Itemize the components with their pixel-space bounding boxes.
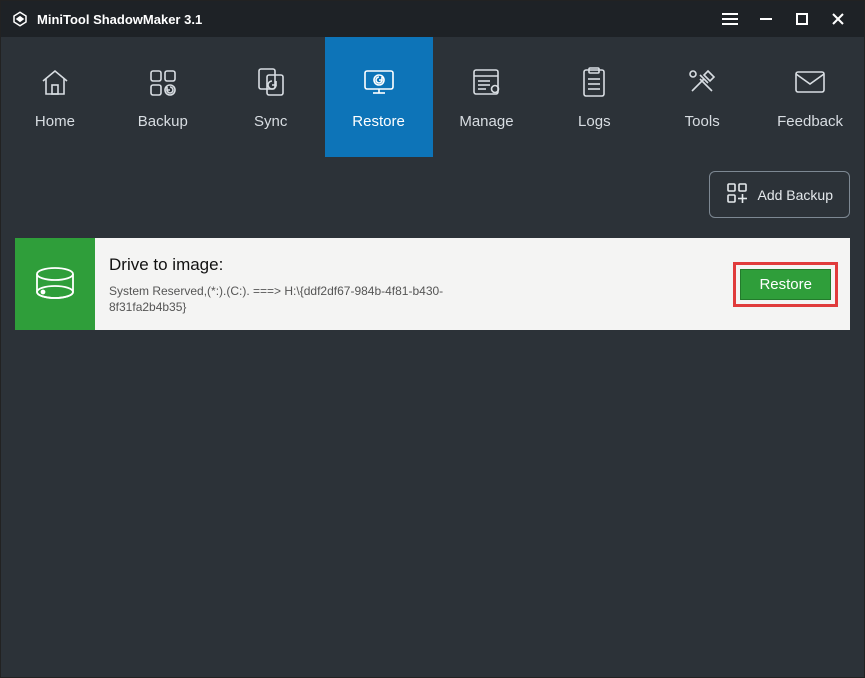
logs-icon	[580, 65, 608, 99]
entry-body: Drive to image: System Reserved,(*:).(C:…	[95, 238, 721, 330]
nav-item-backup[interactable]: Backup	[109, 37, 217, 157]
nav-label: Sync	[254, 113, 287, 130]
close-button[interactable]	[820, 1, 856, 37]
nav-label: Manage	[459, 113, 513, 130]
nav-item-feedback[interactable]: Feedback	[756, 37, 864, 157]
window-controls	[712, 1, 856, 37]
drive-icon	[15, 238, 95, 330]
nav-item-logs[interactable]: Logs	[540, 37, 648, 157]
nav-label: Feedback	[777, 113, 843, 130]
backup-entry: Drive to image: System Reserved,(*:).(C:…	[15, 238, 850, 330]
app-logo-icon	[11, 10, 29, 28]
sync-icon	[256, 65, 286, 99]
entry-title: Drive to image:	[109, 255, 707, 275]
entry-action: Restore	[721, 238, 850, 330]
nav-label: Home	[35, 113, 75, 130]
manage-icon	[470, 65, 502, 99]
app-window: MiniTool ShadowMaker 3.1 Home	[0, 0, 865, 678]
nav-label: Logs	[578, 113, 611, 130]
feedback-icon	[793, 65, 827, 99]
add-backup-label: Add Backup	[758, 187, 834, 203]
tools-icon	[686, 65, 718, 99]
backup-icon	[147, 65, 179, 99]
titlebar: MiniTool ShadowMaker 3.1	[1, 1, 864, 37]
entry-detail: System Reserved,(*:).(C:). ===> H:\{ddf2…	[109, 283, 449, 315]
nav-label: Tools	[685, 113, 720, 130]
minimize-button[interactable]	[748, 1, 784, 37]
restore-icon	[361, 65, 397, 99]
nav-item-sync[interactable]: Sync	[217, 37, 325, 157]
maximize-button[interactable]	[784, 1, 820, 37]
add-backup-grid-icon	[726, 182, 748, 207]
nav-item-tools[interactable]: Tools	[648, 37, 756, 157]
content-area: Add Backup Drive to image: System Reserv…	[1, 157, 864, 677]
restore-button-highlight: Restore	[733, 262, 838, 307]
nav-item-home[interactable]: Home	[1, 37, 109, 157]
restore-button[interactable]: Restore	[740, 269, 831, 300]
nav-item-manage[interactable]: Manage	[433, 37, 541, 157]
toolbar: Add Backup	[15, 171, 850, 218]
home-icon	[39, 65, 71, 99]
main-nav: Home Backup Sync	[1, 37, 864, 157]
add-backup-button[interactable]: Add Backup	[709, 171, 851, 218]
app-title: MiniTool ShadowMaker 3.1	[37, 12, 712, 27]
nav-item-restore[interactable]: Restore	[325, 37, 433, 157]
nav-label: Backup	[138, 113, 188, 130]
menu-button[interactable]	[712, 1, 748, 37]
nav-label: Restore	[352, 113, 405, 130]
